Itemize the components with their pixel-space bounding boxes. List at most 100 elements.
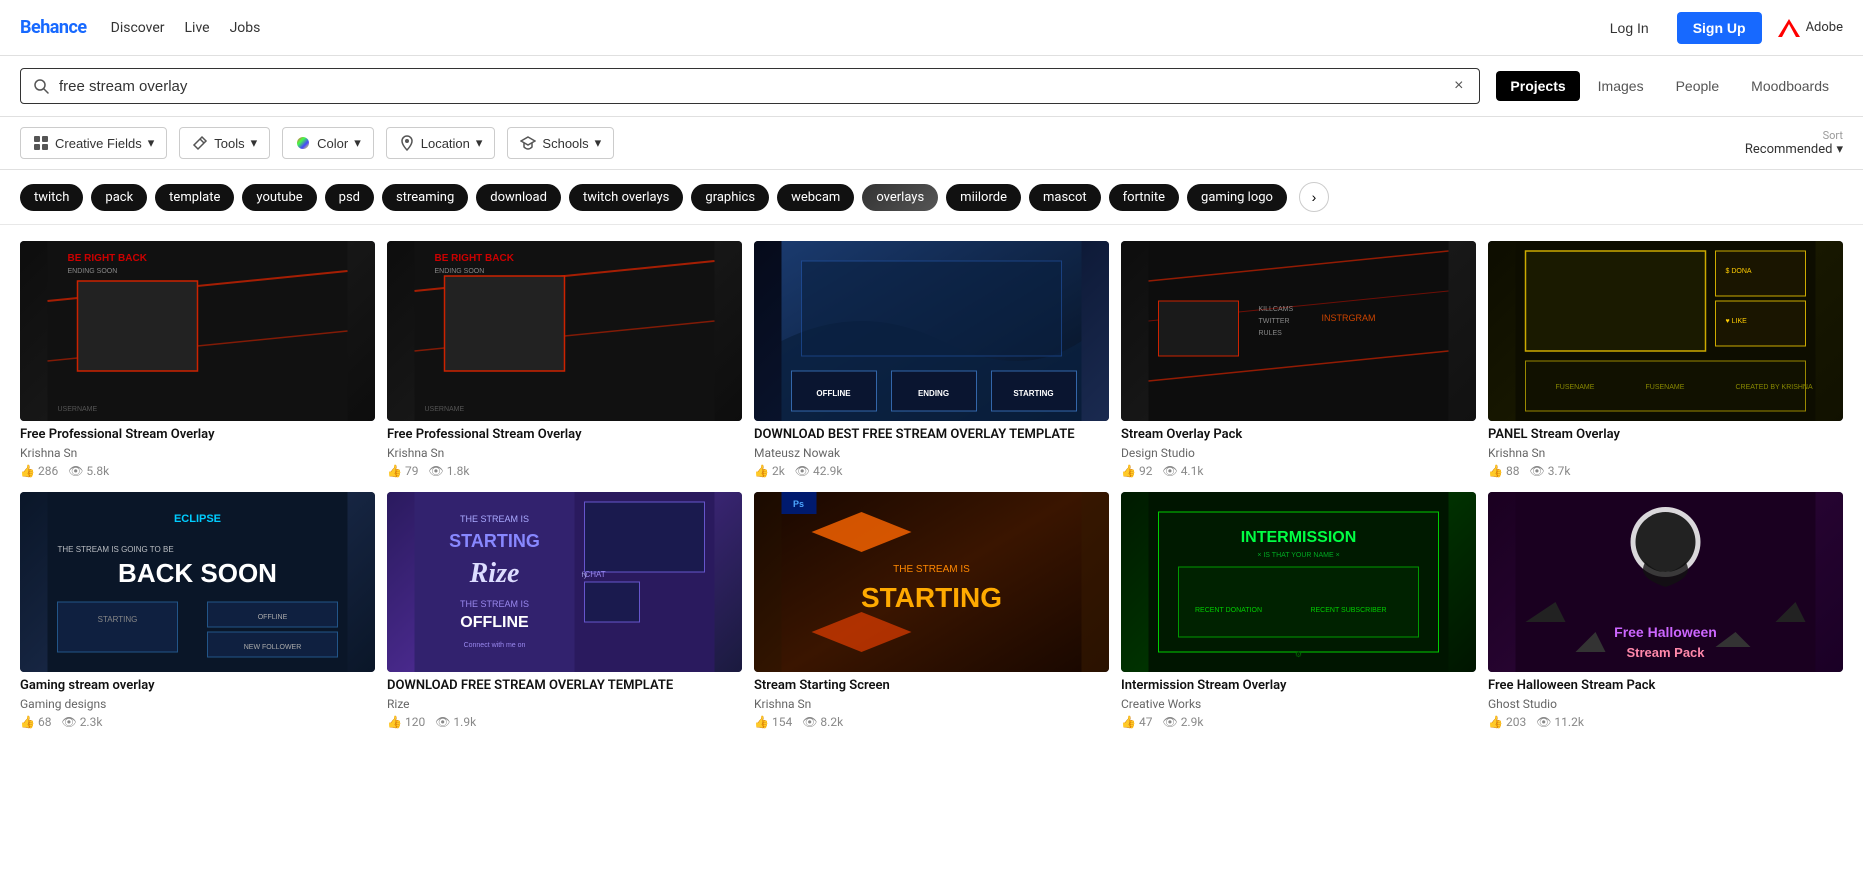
tab-images[interactable]: Images — [1584, 71, 1658, 101]
project-title: DOWNLOAD BEST FREE STREAM OVERLAY TEMPLA… — [754, 427, 1109, 444]
search-input[interactable] — [59, 78, 1440, 95]
tag-miilorde[interactable]: miilorde — [946, 184, 1021, 211]
svg-text:RULES: RULES — [1259, 330, 1283, 337]
tag-psd[interactable]: psd — [325, 184, 374, 211]
nav-discover[interactable]: Discover — [111, 20, 165, 36]
project-title: Free Halloween Stream Pack — [1488, 678, 1843, 695]
project-title: Stream Starting Screen — [754, 678, 1109, 695]
tag-download[interactable]: download — [476, 184, 561, 211]
signup-button[interactable]: Sign Up — [1677, 12, 1762, 44]
tag-twitch[interactable]: twitch — [20, 184, 83, 211]
gallery-item[interactable]: OFFLINE ENDING STARTING DOWNLOAD BEST FR… — [754, 241, 1109, 480]
like-icon: 👍 — [20, 715, 35, 729]
project-title: DOWNLOAD FREE STREAM OVERLAY TEMPLATE — [387, 678, 742, 695]
view-icon: 👁 — [428, 464, 443, 478]
color-label: Color — [317, 136, 348, 151]
view-icon: 👁 — [68, 464, 83, 478]
schools-arrow: ▾ — [595, 135, 602, 151]
gallery-item[interactable]: THE STREAM IS STARTING Ps Stream Startin… — [754, 492, 1109, 731]
tag-streaming[interactable]: streaming — [382, 184, 468, 211]
tag-template[interactable]: template — [155, 184, 234, 211]
svg-text:ENDING SOON: ENDING SOON — [435, 268, 485, 275]
gallery-item-meta: Free Professional Stream Overlay Krishna… — [20, 421, 375, 480]
project-author: Krishna Sn — [754, 697, 1109, 711]
header: Behance Discover Live Jobs Log In Sign U… — [0, 0, 1863, 56]
gallery-item-meta: DOWNLOAD BEST FREE STREAM OVERLAY TEMPLA… — [754, 421, 1109, 480]
svg-text:STARTING: STARTING — [1013, 389, 1053, 398]
behance-logo[interactable]: Behance — [20, 17, 87, 38]
project-author: Mateusz Nowak — [754, 446, 1109, 460]
gallery-item[interactable]: Free Halloween Stream Pack Free Hallowee… — [1488, 492, 1843, 731]
svg-text:INSTRGRAM: INSTRGRAM — [1322, 313, 1376, 323]
nav-jobs[interactable]: Jobs — [230, 20, 261, 36]
tab-projects[interactable]: Projects — [1496, 71, 1579, 101]
like-count: 120 — [405, 715, 425, 729]
view-count: 8.2k — [820, 715, 843, 729]
project-author: Krishna Sn — [387, 446, 742, 460]
sort-container: Sort Recommended ▾ — [1745, 129, 1843, 157]
creative-fields-label: Creative Fields — [55, 136, 142, 151]
adobe-label: Adobe — [1806, 20, 1843, 35]
tag-gaming-logo[interactable]: gaming logo — [1187, 184, 1287, 211]
svg-text:♥ LIKE: ♥ LIKE — [1726, 318, 1748, 325]
gallery-item[interactable]: BE RIGHT BACK ENDING SOON USERNAME Free … — [387, 241, 742, 480]
location-filter[interactable]: Location ▾ — [386, 127, 496, 159]
svg-text:$ DONA: $ DONA — [1726, 268, 1752, 275]
schools-filter[interactable]: Schools ▾ — [507, 127, 614, 159]
svg-text:BACK SOON: BACK SOON — [118, 558, 277, 588]
creative-fields-filter[interactable]: Creative Fields ▾ — [20, 127, 167, 159]
tag-webcam[interactable]: webcam — [777, 184, 854, 211]
adobe-branding: Adobe — [1778, 19, 1843, 37]
project-stats: 👍286 👁5.8k — [20, 464, 375, 478]
tag-mascot[interactable]: mascot — [1029, 184, 1101, 211]
project-title: Free Professional Stream Overlay — [20, 427, 375, 444]
svg-text:Ps: Ps — [793, 499, 804, 509]
tab-moodboards[interactable]: Moodboards — [1737, 71, 1843, 101]
like-count: 92 — [1139, 464, 1153, 478]
svg-text:STARTING: STARTING — [861, 582, 1002, 613]
gallery-item[interactable]: ECLIPSE THE STREAM IS GOING TO BE BACK S… — [20, 492, 375, 731]
gallery-item[interactable]: THE STREAM IS STARTING CHAT Rize THE STR… — [387, 492, 742, 731]
clear-search-button[interactable]: × — [1450, 77, 1467, 95]
like-count: 88 — [1506, 464, 1520, 478]
sort-value[interactable]: Recommended ▾ — [1745, 142, 1843, 157]
gallery-item[interactable]: KILLCAMS TWITTER RULES INSTRGRAM Stream … — [1121, 241, 1476, 480]
svg-text:Stream Pack: Stream Pack — [1626, 645, 1705, 660]
view-icon: 👁 — [1162, 715, 1177, 729]
view-icon: 👁 — [1529, 464, 1544, 478]
like-icon: 👍 — [1488, 715, 1503, 729]
gallery-item-meta: Intermission Stream Overlay Creative Wor… — [1121, 672, 1476, 731]
gallery-item[interactable]: $ DONA ♥ LIKE FUSENAME FUSENAME CREATED … — [1488, 241, 1843, 480]
search-type-tabs: Projects Images People Moodboards — [1496, 71, 1843, 101]
tag-graphics[interactable]: graphics — [691, 184, 769, 211]
color-arrow: ▾ — [354, 135, 361, 151]
view-count: 42.9k — [813, 464, 842, 478]
color-filter[interactable]: Color ▾ — [282, 127, 374, 159]
creative-fields-icon — [33, 135, 49, 151]
like-icon: 👍 — [387, 464, 402, 478]
tags-next-button[interactable]: › — [1299, 182, 1329, 212]
gallery-item-meta: Gaming stream overlay Gaming designs 👍68… — [20, 672, 375, 731]
like-count: 79 — [405, 464, 419, 478]
tag-youtube[interactable]: youtube — [242, 184, 316, 211]
tag-overlays[interactable]: overlays — [862, 184, 938, 211]
tab-people[interactable]: People — [1662, 71, 1734, 101]
tools-filter[interactable]: Tools ▾ — [179, 127, 270, 159]
gallery-item[interactable]: BE RIGHT BACK ENDING SOON USERNAME Free … — [20, 241, 375, 480]
view-icon: 👁 — [1536, 715, 1551, 729]
login-button[interactable]: Log In — [1598, 14, 1661, 42]
svg-text:ENDING SOON: ENDING SOON — [68, 268, 118, 275]
nav-live[interactable]: Live — [185, 20, 210, 36]
gallery-item[interactable]: INTERMISSION × IS THAT YOUR NAME × RECEN… — [1121, 492, 1476, 731]
like-icon: 👍 — [1488, 464, 1503, 478]
creative-fields-arrow: ▾ — [148, 135, 155, 151]
view-count: 11.2k — [1554, 715, 1583, 729]
tag-pack[interactable]: pack — [91, 184, 147, 211]
gallery-item-meta: Free Halloween Stream Pack Ghost Studio … — [1488, 672, 1843, 731]
tag-fortnite[interactable]: fortnite — [1109, 184, 1179, 211]
tag-twitch-overlays[interactable]: twitch overlays — [569, 184, 683, 211]
project-stats: 👍92 👁4.1k — [1121, 464, 1476, 478]
project-title: Free Professional Stream Overlay — [387, 427, 742, 444]
tools-arrow: ▾ — [251, 135, 258, 151]
view-icon: 👁 — [795, 464, 810, 478]
